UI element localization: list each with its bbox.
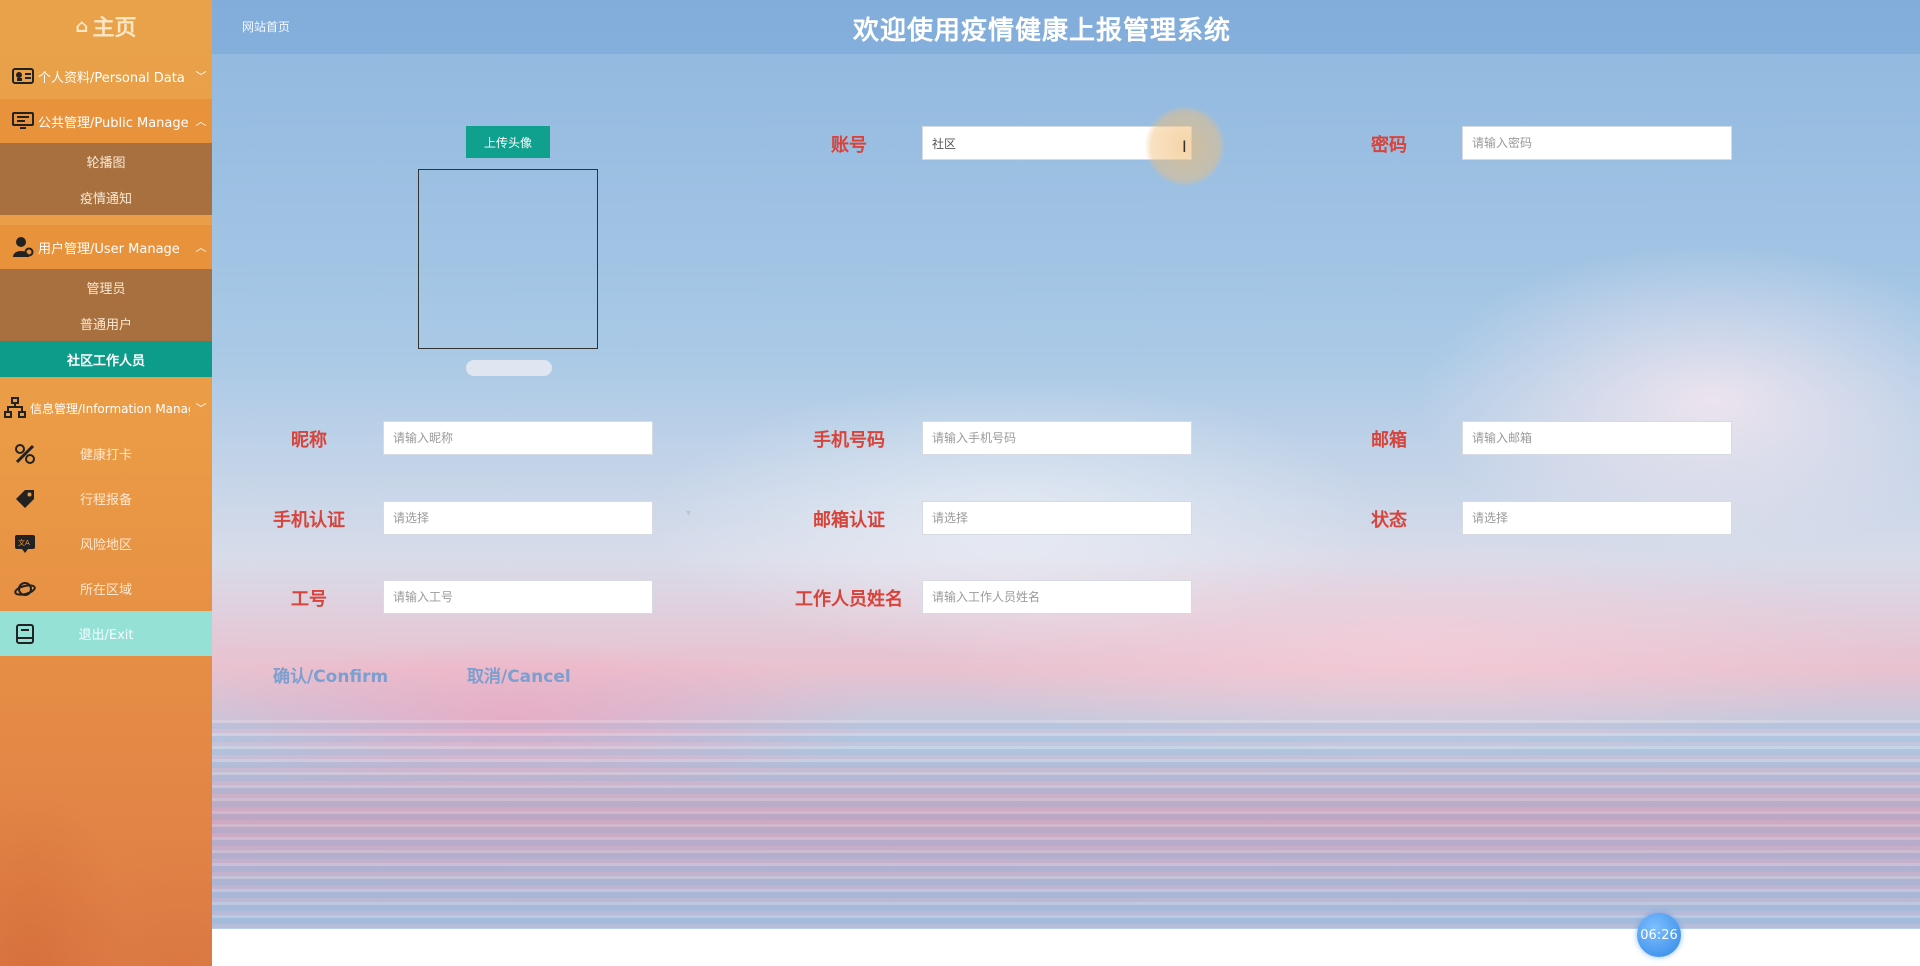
status-select[interactable] xyxy=(1462,501,1732,535)
menu-label: 个人资料/Personal Data xyxy=(38,70,185,86)
sidebar-item-epidemic-notice[interactable]: 疫情通知 xyxy=(0,179,212,215)
user-gear-icon xyxy=(10,236,36,258)
password-input[interactable] xyxy=(1462,126,1732,160)
monitor-icon xyxy=(10,110,36,132)
palette-icon xyxy=(12,443,38,465)
email-input[interactable] xyxy=(1462,421,1732,455)
sidebar-item-carousel[interactable]: 轮播图 xyxy=(0,143,212,179)
phone-verify-select[interactable] xyxy=(383,501,653,535)
chevron-down-icon: ﹀ xyxy=(195,402,207,415)
sidebar-item-community-staff[interactable]: 社区工作人员 xyxy=(0,341,212,377)
nickname-input[interactable] xyxy=(383,421,653,455)
account-label: 账号 xyxy=(831,135,867,156)
id-card-icon xyxy=(10,65,36,87)
breadcrumb-home-link[interactable]: 网站首页 xyxy=(242,18,290,35)
chevron-up-icon: ︿ xyxy=(195,115,207,128)
email-label: 邮箱 xyxy=(1371,430,1407,451)
menu-user-manage[interactable]: 用户管理/User Manage ︿ xyxy=(0,225,212,269)
user-manage-submenu: 管理员 普通用户 社区工作人员 xyxy=(0,269,212,377)
book-icon xyxy=(12,623,38,645)
translate-board-icon: 文A xyxy=(12,533,38,555)
account-input[interactable] xyxy=(922,126,1192,160)
phone-input[interactable] xyxy=(922,421,1192,455)
sidebar-item-normal-user[interactable]: 普通用户 xyxy=(0,305,212,341)
menu-personal-data[interactable]: 个人资料/Personal Data ﹀ xyxy=(0,54,212,98)
main-content: 网站首页 欢迎使用疫情健康上报管理系统 上传头像 账号 密码 昵称 手机号码 邮… xyxy=(212,0,1920,929)
sidebar-item-itinerary-report[interactable]: 行程报备 xyxy=(0,476,212,521)
menu-information-manage[interactable]: 信息管理/Information Manage ﹀ xyxy=(0,386,212,430)
menu-label: 公共管理/Public Manage xyxy=(38,115,189,131)
phone-label: 手机号码 xyxy=(813,430,885,451)
status-label: 状态 xyxy=(1371,510,1407,531)
home-brand-link[interactable]: ⌂ 主页 xyxy=(0,0,212,52)
password-label: 密码 xyxy=(1371,135,1407,156)
sidebar-item-risk-area[interactable]: 文A 风险地区 xyxy=(0,521,212,566)
top-header: 网站首页 欢迎使用疫情健康上报管理系统 xyxy=(212,0,1920,54)
planet-icon xyxy=(12,578,38,600)
sidebar-item-health-checkin[interactable]: 健康打卡 xyxy=(0,431,212,476)
background-water xyxy=(212,720,1920,929)
email-verify-label: 邮箱认证 xyxy=(813,510,885,531)
job-number-input[interactable] xyxy=(383,580,653,614)
sidebar: ⌂ 主页 个人资料/Personal Data ﹀ 公共管理/Public Ma… xyxy=(0,0,212,966)
home-icon: ⌂ xyxy=(75,15,89,37)
hierarchy-icon xyxy=(2,397,28,419)
svg-text:文A: 文A xyxy=(18,538,30,547)
staff-name-label: 工作人员姓名 xyxy=(795,589,903,610)
timer-badge: 06:26 xyxy=(1637,913,1681,957)
job-number-label: 工号 xyxy=(291,589,327,610)
upload-avatar-button[interactable]: 上传头像 xyxy=(466,126,550,158)
chevron-up-icon: ︿ xyxy=(195,241,207,254)
sidebar-item-exit[interactable]: 退出/Exit xyxy=(0,611,212,656)
phone-verify-label: 手机认证 xyxy=(273,510,345,531)
chevron-down-icon: ﹀ xyxy=(195,70,207,83)
avatar-progress-bar xyxy=(466,360,552,376)
sidebar-item-admin[interactable]: 管理员 xyxy=(0,269,212,305)
confirm-button[interactable]: 确认/Confirm xyxy=(273,662,388,687)
tag-icon xyxy=(12,488,38,510)
sidebar-item-region[interactable]: 所在区域 xyxy=(0,566,212,611)
cancel-button[interactable]: 取消/Cancel xyxy=(467,662,571,687)
menu-public-manage[interactable]: 公共管理/Public Manage ︿ xyxy=(0,99,212,143)
menu-label: 用户管理/User Manage xyxy=(38,241,180,257)
staff-name-input[interactable] xyxy=(922,580,1192,614)
chevron-down-icon: ▾ xyxy=(686,508,692,519)
menu-label: 信息管理/Information Manage xyxy=(30,401,190,416)
page-title: 欢迎使用疫情健康上报管理系统 xyxy=(852,16,1231,46)
brand-label: 主页 xyxy=(92,16,137,41)
nickname-label: 昵称 xyxy=(291,430,327,451)
public-manage-submenu: 轮播图 疫情通知 xyxy=(0,143,212,215)
email-verify-select[interactable] xyxy=(922,501,1192,535)
avatar-preview xyxy=(418,169,598,349)
